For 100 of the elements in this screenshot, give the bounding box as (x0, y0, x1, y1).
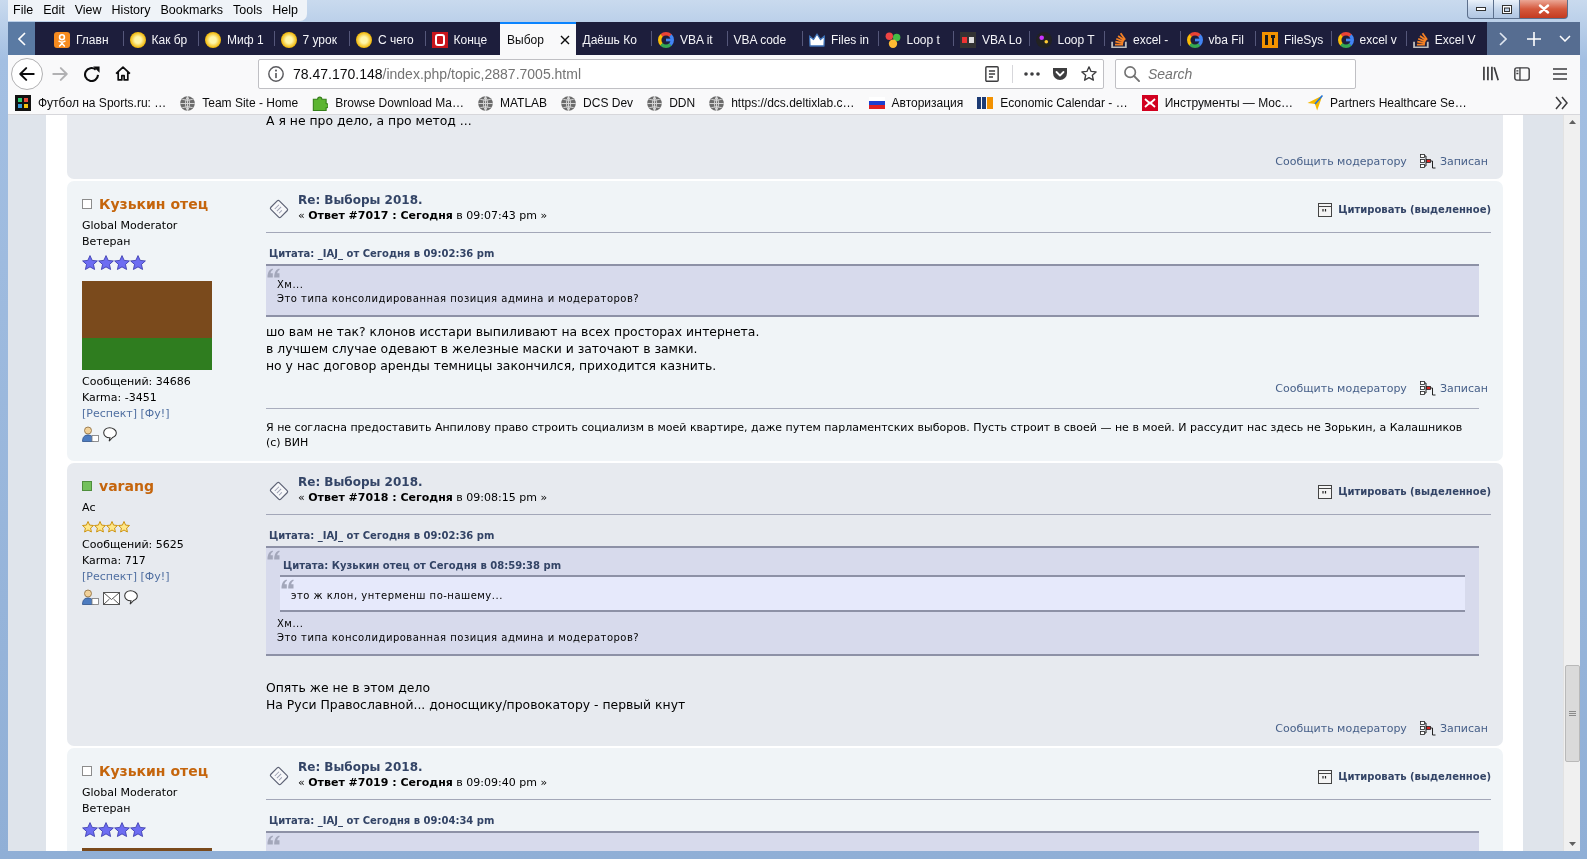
menu-icon[interactable] (1553, 67, 1567, 80)
library-icon[interactable] (1483, 66, 1499, 81)
search-field[interactable]: Search (1115, 58, 1356, 89)
post-title-link[interactable]: Re: Выборы 2018. (298, 474, 548, 490)
bars-icon (977, 97, 994, 109)
bookmark-item[interactable]: Team Site - Home (173, 93, 306, 113)
close-button[interactable] (1520, 0, 1568, 19)
reader-icon[interactable] (985, 65, 999, 82)
ring-icon (1337, 31, 1354, 48)
post-meta: « Ответ #7018 : Сегодня в 09:08:15 pm » (298, 490, 548, 506)
member-group: Ас (82, 500, 96, 516)
member-rank: Ветеран (82, 234, 131, 250)
bookmark-item[interactable]: Partners Healthcare Se… (1300, 93, 1474, 113)
back-button[interactable] (11, 57, 43, 90)
minimize-button[interactable] (1467, 0, 1494, 19)
poster-name[interactable]: Кузькин отец (99, 763, 209, 779)
browser-tab[interactable]: Главн (47, 22, 123, 55)
nodes-icon (1419, 381, 1436, 396)
browser-tab[interactable]: vba Fil (1179, 22, 1255, 55)
bookmark-item[interactable]: DDN (640, 93, 703, 113)
browser-tab[interactable]: FileSys (1255, 22, 1331, 55)
browser-tab[interactable]: excel v (1330, 22, 1406, 55)
quote-header-link[interactable]: Цитата: _IAJ_ от Сегодня в 09:02:36 pm (266, 530, 1479, 542)
browser-tab[interactable]: VBA it (651, 22, 727, 55)
report-link[interactable]: Сообщить модератору (1275, 382, 1407, 395)
search-icon (1124, 65, 1140, 82)
report-link[interactable]: Сообщить модератору (1275, 154, 1407, 168)
pocket-icon[interactable] (1053, 67, 1067, 80)
quote-button[interactable]: Цитировать (выделенное) (1318, 769, 1491, 785)
browser-tab[interactable]: Даёшь Ко (575, 22, 651, 55)
scrollbar[interactable] (1563, 115, 1580, 851)
info-icon[interactable] (268, 65, 284, 82)
browser-tab[interactable]: Выбор (500, 22, 576, 55)
home-icon[interactable] (115, 66, 131, 81)
star-icon[interactable] (1081, 66, 1097, 81)
respect-link[interactable]: [Респект] (82, 570, 138, 583)
post-text: шо вам не так? клонов исстари выпиливают на всех просторах интернета. (266, 322, 761, 340)
url-text: 78.47.170.148/index.php/topic,2887.7005.html (293, 65, 581, 82)
bookmark-item[interactable]: DCS Dev (554, 93, 641, 113)
speech-bubble-icon[interactable] (124, 590, 138, 605)
menu-item[interactable]: File (8, 0, 39, 21)
tile-icon (15, 95, 31, 111)
address-bar[interactable]: 78.47.170.148/index.php/topic,2887.7005.html (258, 58, 1104, 89)
bookmark-item[interactable]: Economic Calendar - … (970, 93, 1135, 113)
browser-tab[interactable]: Loop t (877, 22, 953, 55)
profile-icon[interactable] (82, 426, 99, 442)
browser-tab[interactable]: VBA Lo (953, 22, 1029, 55)
bookmark-item[interactable]: https://dcs.deltixlab.c… (702, 93, 862, 113)
menu-item[interactable]: View (69, 0, 107, 21)
respect-link[interactable]: [Респект] (82, 407, 138, 420)
menu-item[interactable]: Bookmarks (155, 0, 228, 21)
bookmark-item[interactable]: Инструменты — Мос… (1134, 93, 1300, 113)
envelope-icon[interactable] (103, 592, 120, 605)
browser-tab[interactable]: Миф 1 (198, 22, 274, 55)
post-title-link[interactable]: Re: Выборы 2018. (298, 192, 548, 208)
browser-tab[interactable]: Как бр (122, 22, 198, 55)
quote-header-link[interactable]: Цитата: Кузькин отец от Сегодня в 08:59:38 pm (280, 559, 1465, 572)
quote-button[interactable]: Цитировать (выделенное) (1318, 202, 1491, 218)
maximize-button[interactable] (1494, 0, 1520, 19)
member-group: Global Moderator (82, 218, 178, 234)
logged-label: Записан (1439, 721, 1488, 735)
double-chevron-icon[interactable] (1555, 96, 1568, 110)
boo-link[interactable]: [Фу!] (140, 407, 170, 420)
arrow-down-icon[interactable] (1568, 842, 1576, 846)
browser-tab[interactable]: Excel V (1406, 22, 1482, 55)
boo-link[interactable]: [Фу!] (140, 570, 170, 583)
post-title-link[interactable]: Re: Выборы 2018. (298, 759, 548, 775)
sidebar-icon[interactable] (1514, 66, 1530, 81)
quote-header-link[interactable]: Цитата: _IAJ_ от Сегодня в 09:02:36 pm (266, 248, 1479, 260)
profile-icon[interactable] (82, 589, 99, 605)
bookmark-item[interactable]: MATLAB (471, 93, 555, 113)
menu-item[interactable]: History (106, 0, 156, 21)
bookmark-item[interactable]: Browse Download Ma… (305, 93, 471, 113)
browser-tab[interactable]: Loop T (1028, 22, 1104, 55)
menu-item[interactable]: Edit (38, 0, 70, 21)
quote-header-link[interactable]: Цитата: _IAJ_ от Сегодня в 09:04:34 pm (266, 815, 1479, 827)
quote-text: это ж клон, унтерменш по-нашему... (291, 589, 504, 603)
star-icon (98, 822, 114, 838)
poster-name[interactable]: Кузькин отец (99, 196, 209, 212)
star-icon (130, 822, 146, 838)
browser-tab[interactable]: С чего (349, 22, 425, 55)
speech-bubble-icon[interactable] (103, 427, 117, 442)
browser-tab[interactable]: 7 урок (273, 22, 349, 55)
post-meta: « Ответ #7017 : Сегодня в 09:07:43 pm » (298, 208, 548, 224)
browser-tab[interactable]: VBA code (726, 22, 802, 55)
close-icon[interactable] (559, 34, 570, 45)
signature-text: Я не согласна предоставить Анпилову право строить социализм в моей квартире, даже путем парламентских выборов. Пусть строит в своей — не в моей. И рассудит нас здесь не Зорькин, а Калашников (с) ВИН (266, 419, 1464, 450)
browser-tab[interactable]: Конце (424, 22, 500, 55)
menu-item[interactable]: Help (267, 0, 303, 21)
bookmark-item[interactable]: Футбол на Sports.ru: … (8, 93, 174, 113)
menu-item[interactable]: Tools (228, 0, 268, 21)
quote-button[interactable]: Цитировать (выделенное) (1318, 484, 1491, 500)
more-icon[interactable] (1024, 71, 1040, 76)
reload-icon[interactable] (84, 65, 100, 82)
report-link[interactable]: Сообщить модератору (1275, 721, 1407, 735)
scrollbar-thumb[interactable] (1564, 665, 1580, 762)
browser-tab[interactable]: excel - (1104, 22, 1180, 55)
bookmark-item[interactable]: Авторизация (861, 93, 971, 113)
browser-tab[interactable]: Files in (802, 22, 878, 55)
arrow-up-icon[interactable] (1568, 120, 1576, 124)
